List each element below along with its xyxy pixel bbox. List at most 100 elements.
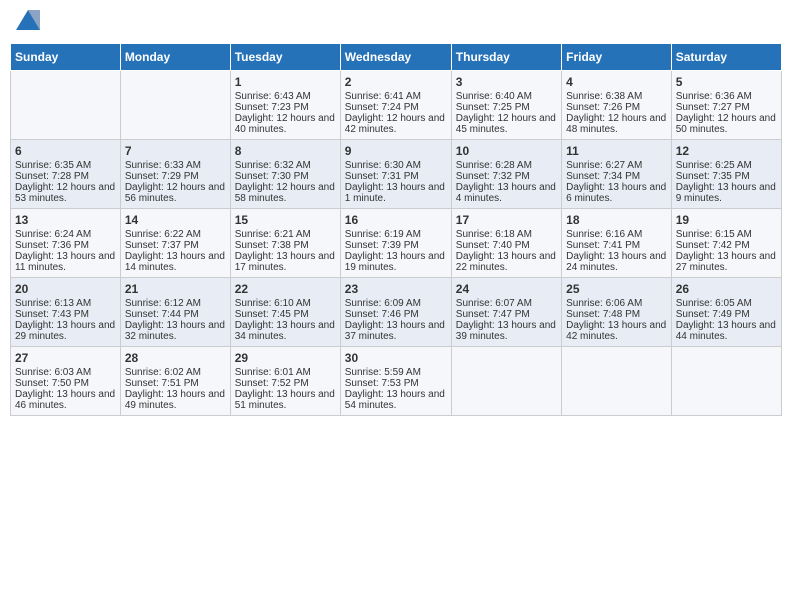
- cell-info-line: Daylight: 12 hours and 45 minutes.: [456, 113, 557, 135]
- day-header-thursday: Thursday: [451, 44, 561, 71]
- calendar-cell: [120, 71, 230, 140]
- calendar-cell: 2Sunrise: 6:41 AMSunset: 7:24 PMDaylight…: [340, 71, 451, 140]
- cell-info-line: Daylight: 13 hours and 6 minutes.: [566, 182, 667, 204]
- calendar-cell: 22Sunrise: 6:10 AMSunset: 7:45 PMDayligh…: [230, 278, 340, 347]
- calendar-week-5: 27Sunrise: 6:03 AMSunset: 7:50 PMDayligh…: [11, 347, 782, 416]
- calendar-cell: 16Sunrise: 6:19 AMSunset: 7:39 PMDayligh…: [340, 209, 451, 278]
- day-number: 26: [676, 282, 777, 296]
- cell-info-line: Sunset: 7:32 PM: [456, 171, 557, 182]
- calendar-week-2: 6Sunrise: 6:35 AMSunset: 7:28 PMDaylight…: [11, 140, 782, 209]
- calendar-week-4: 20 Sunrise: 6:13 AMSunset: 7:43 PM Dayligh…: [11, 278, 782, 347]
- cell-info-line: Sunrise: 6:40 AM: [456, 91, 557, 102]
- cell-info-line: Sunset: 7:47 PM: [456, 309, 557, 320]
- cell-info-line: Sunrise: 6:16 AM: [566, 229, 667, 240]
- calendar-cell: 5 Sunrise: 6:36 AMSunset: 7:27 PMDaylight…: [671, 71, 781, 140]
- logo: [14, 10, 40, 35]
- cell-info-line: Sunrise: 6:15 AM: [676, 229, 777, 240]
- calendar-week-3: 13Sunrise: 6:24 AMSunset: 7:36 PMDayligh…: [11, 209, 782, 278]
- day-number: 21: [125, 282, 226, 296]
- cell-info-line: Sunrise: 6:25 AM: [676, 160, 777, 171]
- day-number: 2: [345, 75, 447, 89]
- cell-info-line: Sunset: 7:23 PM: [235, 102, 336, 113]
- day-header-tuesday: Tuesday: [230, 44, 340, 71]
- cell-info-line: Daylight: 13 hours and 54 minutes.: [345, 389, 447, 411]
- cell-info-line: Daylight: 12 hours and 50 minutes.: [676, 113, 777, 135]
- cell-info-line: Sunset: 7:34 PM: [566, 171, 667, 182]
- cell-info-line: Sunset: 7:31 PM: [345, 171, 447, 182]
- cell-info-line: Sunrise: 6:06 AM: [566, 298, 667, 309]
- day-number: 18: [566, 213, 667, 227]
- calendar-cell: [451, 347, 561, 416]
- cell-info-line: Sunrise: 6:41 AM: [345, 91, 447, 102]
- cell-info-line: Sunrise: 6:22 AM: [125, 229, 226, 240]
- cell-info-line: Daylight: 13 hours and 9 minutes.: [676, 182, 777, 204]
- cell-info-line: Sunset: 7:27 PM: [676, 102, 777, 113]
- cell-info-line: Sunset: 7:24 PM: [345, 102, 447, 113]
- calendar-cell: 23Sunrise: 6:09 AMSunset: 7:46 PMDayligh…: [340, 278, 451, 347]
- day-number: 17: [456, 213, 557, 227]
- cell-info-line: Daylight: 12 hours and 40 minutes.: [235, 113, 336, 135]
- cell-info-line: Daylight: 13 hours and 34 minutes.: [235, 320, 336, 342]
- day-header-sunday: Sunday: [11, 44, 121, 71]
- calendar-cell: 8Sunrise: 6:32 AMSunset: 7:30 PMDaylight…: [230, 140, 340, 209]
- cell-info-line: Sunset: 7:44 PM: [125, 309, 226, 320]
- calendar-cell: 20Sunrise: 6:13 AMSunset: 7:43 PMDayligh…: [11, 278, 121, 347]
- calendar-cell: 3Sunrise: 6:40 AMSunset: 7:25 PMDaylight…: [451, 71, 561, 140]
- cell-info-line: Sunset: 7:43 PM: [15, 309, 116, 320]
- calendar-cell: 1 Sunrise: 6:43 AMSunset: 7:23 PMDaylight…: [230, 71, 340, 140]
- cell-info-line: Sunset: 7:40 PM: [456, 240, 557, 251]
- day-number: 6: [15, 144, 116, 158]
- day-number: 5: [676, 75, 777, 89]
- cell-info-line: Daylight: 13 hours and 32 minutes.: [125, 320, 226, 342]
- logo-icon: [16, 10, 40, 30]
- cell-info-line: Sunrise: 5:59 AM: [345, 367, 447, 378]
- cell-info-line: Sunset: 7:45 PM: [235, 309, 336, 320]
- day-number: 15: [235, 213, 336, 227]
- calendar-cell: 18Sunrise: 6:16 AMSunset: 7:41 PMDayligh…: [562, 209, 672, 278]
- cell-info-line: Sunrise: 6:24 AM: [15, 229, 116, 240]
- day-number: 9: [345, 144, 447, 158]
- cell-info-line: Sunrise: 6:33 AM: [125, 160, 226, 171]
- cell-info-line: Sunrise: 6:01 AM: [235, 367, 336, 378]
- day-number: 16: [345, 213, 447, 227]
- cell-info-line: Sunrise: 6:27 AM: [566, 160, 667, 171]
- cell-info-line: Sunrise: 6:09 AM: [345, 298, 447, 309]
- cell-info-line: Daylight: 13 hours and 49 minutes.: [125, 389, 226, 411]
- calendar-cell: [11, 71, 121, 140]
- cell-info-line: Daylight: 13 hours and 44 minutes.: [676, 320, 777, 342]
- cell-info-line: Daylight: 13 hours and 24 minutes.: [566, 251, 667, 273]
- cell-info-line: Sunrise: 6:02 AM: [125, 367, 226, 378]
- cell-info-line: Daylight: 12 hours and 53 minutes.: [15, 182, 116, 204]
- calendar-cell: 17Sunrise: 6:18 AMSunset: 7:40 PMDayligh…: [451, 209, 561, 278]
- day-number: 20: [15, 282, 116, 296]
- cell-info-line: Daylight: 13 hours and 37 minutes.: [345, 320, 447, 342]
- cell-info-line: Sunrise: 6:18 AM: [456, 229, 557, 240]
- cell-info-line: Daylight: 13 hours and 17 minutes.: [235, 251, 336, 273]
- header: [10, 10, 782, 35]
- calendar-week-1: 1Sunrise: 6:43 AMSunset: 7:23 PMDaylight…: [11, 71, 782, 140]
- calendar-cell: 25Sunrise: 6:06 AMSunset: 7:48 PMDayligh…: [562, 278, 672, 347]
- calendar-cell: 24Sunrise: 6:07 AMSunset: 7:47 PMDayligh…: [451, 278, 561, 347]
- day-number: 30: [345, 351, 447, 365]
- day-number: 13: [15, 213, 116, 227]
- cell-info-line: Sunrise: 6:36 AM: [676, 91, 777, 102]
- cell-info-line: Sunset: 7:26 PM: [566, 102, 667, 113]
- day-number: 8: [235, 144, 336, 158]
- cell-info-line: Sunrise: 6:13 AM: [15, 298, 116, 309]
- day-header-friday: Friday: [562, 44, 672, 71]
- cell-info-line: Daylight: 12 hours and 48 minutes.: [566, 113, 667, 135]
- cell-info-line: Sunrise: 6:32 AM: [235, 160, 336, 171]
- cell-info-line: Daylight: 13 hours and 39 minutes.: [456, 320, 557, 342]
- day-number: 11: [566, 144, 667, 158]
- day-number: 1: [235, 75, 336, 89]
- cell-info-line: Daylight: 13 hours and 1 minute.: [345, 182, 447, 204]
- cell-info-line: Sunset: 7:53 PM: [345, 378, 447, 389]
- calendar-table: SundayMondayTuesdayWednesdayThursdayFrid…: [10, 43, 782, 416]
- cell-info-line: Daylight: 13 hours and 42 minutes.: [566, 320, 667, 342]
- day-number: 7: [125, 144, 226, 158]
- cell-info-line: Daylight: 13 hours and 19 minutes.: [345, 251, 447, 273]
- day-number: 27: [15, 351, 116, 365]
- cell-info-line: Daylight: 12 hours and 58 minutes.: [235, 182, 336, 204]
- cell-info-line: Sunrise: 6:43 AM: [235, 91, 336, 102]
- cell-info-line: Sunrise: 6:10 AM: [235, 298, 336, 309]
